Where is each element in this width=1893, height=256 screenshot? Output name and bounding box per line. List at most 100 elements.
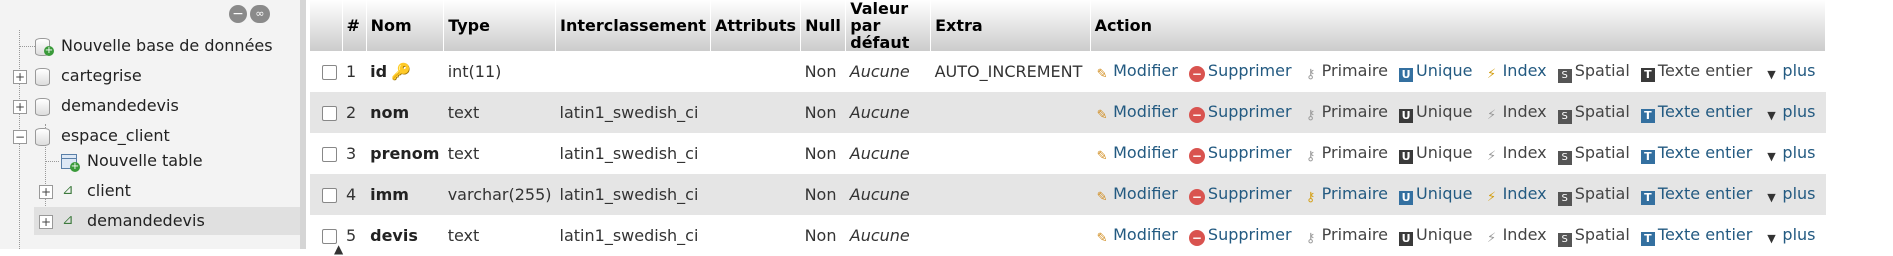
database-icon xyxy=(35,98,50,116)
row-actions: ✎ Modifier − Supprimer ⚷ Primaire U Unique ⚡… xyxy=(1090,215,1826,256)
nav-item-demandedevis-table[interactable]: + ⊿ demandedevis xyxy=(34,207,300,235)
index-icon: ⚡ xyxy=(1487,66,1497,82)
modify-link[interactable]: ✎ Modifier xyxy=(1094,143,1178,164)
unique-link[interactable]: U Unique xyxy=(1399,183,1473,205)
table-row: 1 id 🔑 int(11) Non Aucune AUTO_INCREMENT … xyxy=(310,51,1826,92)
delete-link[interactable]: − Supprimer xyxy=(1188,224,1292,246)
delete-icon: − xyxy=(1188,65,1205,82)
column-name: imm xyxy=(370,185,409,204)
delete-label: Supprimer xyxy=(1207,224,1292,244)
fulltext-icon: T xyxy=(1640,67,1655,82)
nav-item-new-database[interactable]: + Nouvelle base de données xyxy=(0,32,300,60)
index-link: ⚡ Index xyxy=(1484,102,1547,123)
column-default: Aucune xyxy=(845,92,931,133)
modify-link[interactable]: ✎ Modifier xyxy=(1094,102,1178,123)
index-label: Index xyxy=(1502,142,1547,162)
nav-item-label: Nouvelle table xyxy=(87,151,203,170)
fulltext-link[interactable]: T Texte entier xyxy=(1640,184,1752,205)
delete-link[interactable]: − Supprimer xyxy=(1188,142,1292,164)
more-link[interactable]: ▼ plus xyxy=(1763,225,1815,245)
column-attributes xyxy=(710,51,801,92)
column-attributes xyxy=(710,174,801,215)
modify-link[interactable]: ✎ Modifier xyxy=(1094,184,1178,205)
nav-item-new-table[interactable]: + Nouvelle table xyxy=(0,147,300,175)
column-number: 4 xyxy=(342,174,367,215)
unique-label: Unique xyxy=(1416,183,1473,203)
navigation-panel: − ∞ + Nouvelle base de données + cartegri… xyxy=(0,0,300,249)
fulltext-link[interactable]: T Texte entier xyxy=(1640,101,1753,123)
dropdown-arrow-icon: ▼ xyxy=(1767,190,1776,204)
more-link[interactable]: ▼ plus xyxy=(1763,184,1815,204)
delete-icon: − xyxy=(1188,188,1205,205)
column-extra xyxy=(930,215,1091,256)
table-header-row: # Nom Type Interclassement Attributs Nul… xyxy=(310,0,1827,51)
modify-link[interactable]: ✎ Modifier xyxy=(1094,225,1178,246)
nav-item-espace-client[interactable]: − espace_client xyxy=(0,122,300,150)
fulltext-icon: T xyxy=(1640,149,1655,164)
nav-item-label: cartegrise xyxy=(61,66,142,85)
column-null: Non xyxy=(800,51,846,92)
row-actions: ✎ Modifier − Supprimer ⚷ Primaire U Unique ⚡… xyxy=(1090,133,1826,174)
collapse-icon[interactable]: − xyxy=(13,130,27,144)
expand-icon[interactable]: + xyxy=(39,215,53,229)
delete-link[interactable]: − Supprimer xyxy=(1188,61,1292,82)
expand-icon[interactable]: + xyxy=(13,70,27,84)
dropdown-arrow-icon: ▼ xyxy=(1767,67,1776,81)
more-link[interactable]: ▼ plus xyxy=(1763,102,1815,122)
header-action: Action xyxy=(1090,0,1827,51)
nav-item-label: demandedevis xyxy=(87,211,205,230)
row-checkbox[interactable] xyxy=(322,106,337,121)
header-number: # xyxy=(342,0,367,51)
delete-label: Supprimer xyxy=(1207,142,1292,162)
index-icon: ⚡ xyxy=(1487,189,1497,205)
nav-item-client[interactable]: + ⊿ client xyxy=(0,177,300,205)
column-type: text xyxy=(443,215,556,256)
check-all-arrow-icon: ▲ xyxy=(334,242,344,256)
expand-icon[interactable]: + xyxy=(39,185,53,199)
row-checkbox[interactable] xyxy=(322,65,337,80)
primary-link[interactable]: ⚷ Primaire xyxy=(1303,184,1388,205)
header-collation: Interclassement xyxy=(555,0,711,51)
index-link[interactable]: ⚡ Index xyxy=(1484,61,1547,82)
primary-label: Primaire xyxy=(1321,224,1388,244)
nav-item-cartegrise[interactable]: + cartegrise xyxy=(0,62,300,90)
spatial-link: S Spatial xyxy=(1557,61,1630,83)
main-content: # Nom Type Interclassement Attributs Nul… xyxy=(306,0,1893,256)
index-label: Index xyxy=(1502,183,1547,203)
index-label: Index xyxy=(1502,224,1547,244)
row-checkbox[interactable] xyxy=(322,188,337,203)
fulltext-link[interactable]: T Texte entier xyxy=(1640,143,1752,164)
dropdown-arrow-icon: ▼ xyxy=(1767,149,1776,163)
column-type: int(11) xyxy=(443,51,556,92)
expand-icon[interactable]: + xyxy=(13,100,27,114)
delete-link[interactable]: − Supprimer xyxy=(1188,184,1292,205)
fulltext-link[interactable]: T Texte entier xyxy=(1640,225,1752,246)
header-attributes: Attributs xyxy=(710,0,802,51)
index-icon: ⚡ xyxy=(1487,107,1497,123)
column-collation: latin1_swedish_ci xyxy=(555,133,711,174)
index-link: ⚡ Index xyxy=(1484,142,1547,164)
unique-link[interactable]: U Unique xyxy=(1399,61,1472,82)
primary-key-icon: 🔑 xyxy=(391,62,411,81)
column-extra xyxy=(930,92,1091,133)
fulltext-label: Texte entier xyxy=(1657,101,1753,121)
column-collation: latin1_swedish_ci xyxy=(555,174,711,215)
nav-controls: − ∞ xyxy=(229,5,273,25)
modify-link[interactable]: ✎ Modifier xyxy=(1094,61,1178,82)
nav-item-demandedevis-db[interactable]: + demandedevis xyxy=(0,92,300,120)
delete-link[interactable]: − Supprimer xyxy=(1188,102,1292,123)
table-structure-icon: ⊿ xyxy=(62,182,74,198)
collapse-all-icon[interactable]: − xyxy=(229,5,247,23)
primary-label: Primaire xyxy=(1321,142,1388,162)
row-checkbox[interactable] xyxy=(322,147,337,162)
unique-label: Unique xyxy=(1416,224,1473,244)
table-row: 2 nom text latin1_swedish_ci Non Aucune … xyxy=(310,92,1826,133)
index-link[interactable]: ⚡ Index xyxy=(1484,183,1547,205)
more-link[interactable]: ▼ plus xyxy=(1763,143,1815,163)
column-attributes xyxy=(710,133,801,174)
column-type: varchar(255) xyxy=(443,174,556,215)
link-with-main-icon[interactable]: ∞ xyxy=(250,5,270,23)
more-link[interactable]: ▼ plus xyxy=(1763,61,1815,81)
column-null: Non xyxy=(800,215,846,256)
header-checkbox xyxy=(310,0,343,51)
